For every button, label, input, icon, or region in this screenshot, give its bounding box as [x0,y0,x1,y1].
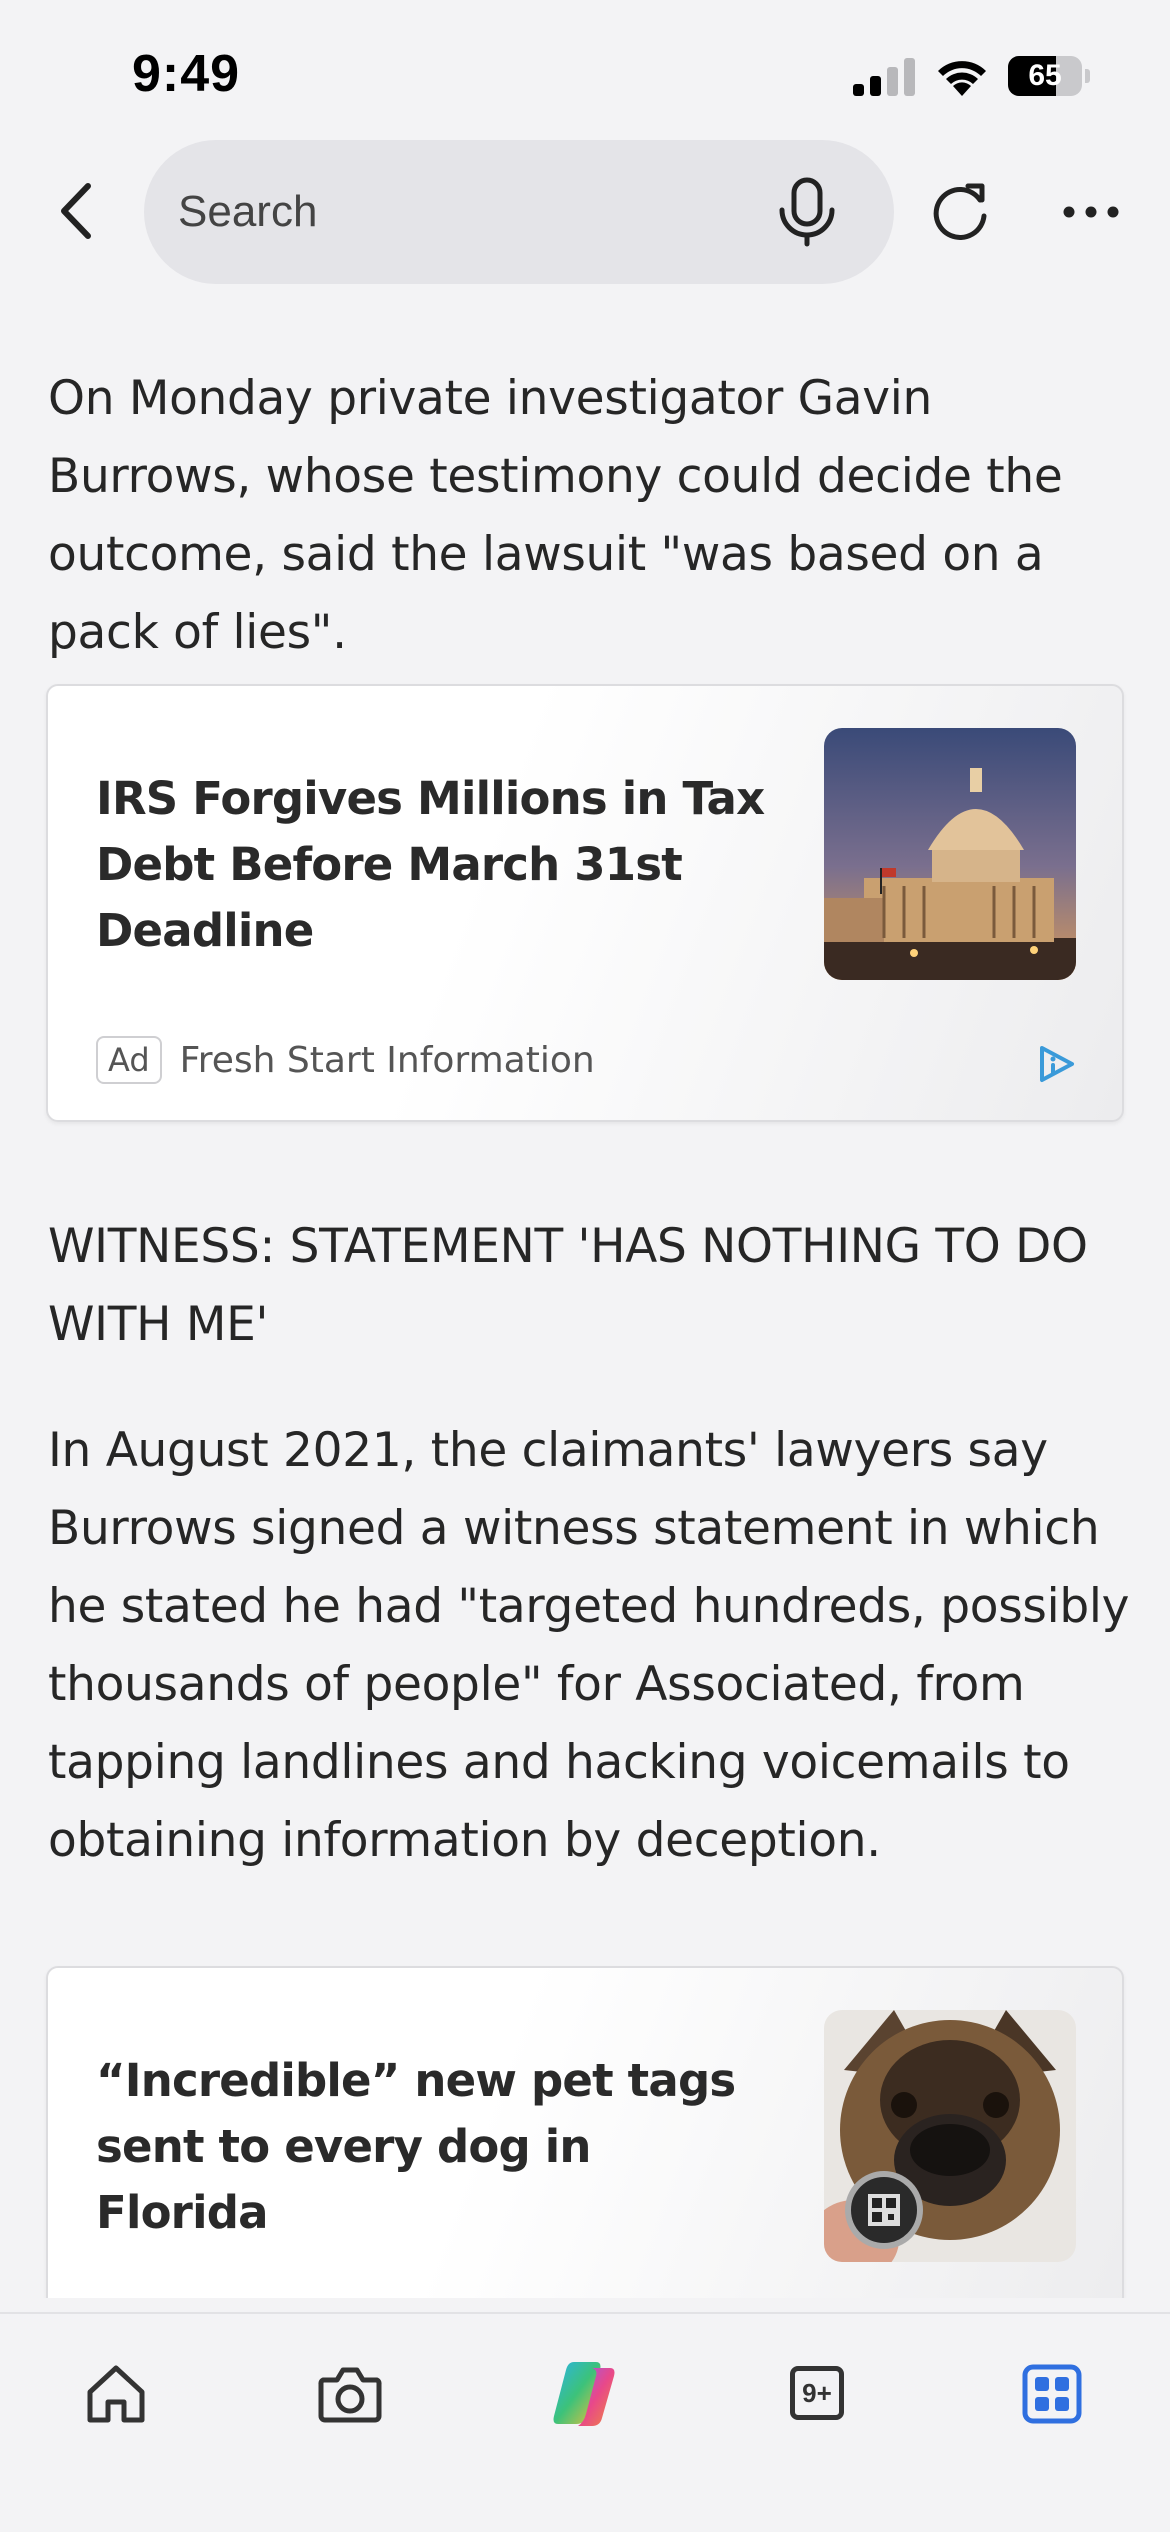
status-bar: 9:49 65 [0,0,1170,140]
tab-copilot[interactable] [544,2354,624,2434]
microphone-icon[interactable] [772,176,842,248]
ad-badge: Ad [96,1036,162,1084]
article-subheading: WITNESS: STATEMENT 'HAS NOTHING TO DO WI… [48,1219,1088,1352]
battery-icon: 65 [1008,56,1090,96]
refresh-icon[interactable] [928,178,992,244]
article-paragraph: In August 2021, the claimants' lawyers s… [48,1423,1130,1868]
chevron-left-icon [61,183,91,239]
ad-title: “Incredible” new pet tags sent to every … [96,2054,736,2239]
ad-image-capitol [824,728,1076,980]
tab-tabs[interactable]: 9+ [778,2354,858,2434]
apps-grid-icon [1022,2364,1082,2424]
tab-apps[interactable] [1012,2354,1092,2434]
more-horizontal-icon[interactable] [1060,190,1122,234]
search-input[interactable]: Search [144,140,894,284]
tab-home[interactable] [76,2354,156,2434]
ad-title: IRS Forgives Millions in Tax Debt Before… [96,772,765,957]
camera-icon [318,2367,382,2423]
article-paragraph: On Monday private investigator Gavin Bur… [48,371,1063,660]
ad-source: Fresh Start Information [179,1039,595,1081]
ad-image-dog [824,2010,1076,2262]
search-placeholder: Search [178,187,318,236]
tabs-count-icon: 9+ [790,2366,844,2420]
cellular-signal-icon [853,58,915,96]
sponsored-ad-card[interactable]: IRS Forgives Millions in Tax Debt Before… [46,684,1124,1122]
battery-level: 65 [1028,59,1062,92]
copilot-icon [553,2362,615,2426]
bottom-tab-bar: 9+ [0,2312,1170,2532]
tabs-count: 9+ [802,2377,832,2408]
wifi-icon [938,61,986,96]
back-button[interactable] [48,176,104,246]
tab-camera[interactable] [310,2354,390,2434]
home-icon [87,2365,145,2423]
sponsored-ad-card[interactable]: “Incredible” new pet tags sent to every … [46,1966,1124,2298]
status-time: 9:49 [132,45,241,103]
browser-toolbar: Search [0,140,1170,308]
article-body: On Monday private investigator Gavin Bur… [0,308,1170,2298]
ad-footer: Ad Fresh Start Information [96,1036,595,1084]
adchoices-icon[interactable] [1034,1042,1078,1086]
